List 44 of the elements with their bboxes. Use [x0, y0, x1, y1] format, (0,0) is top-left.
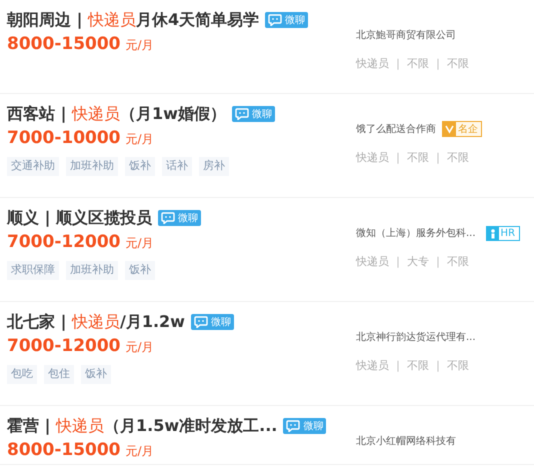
salary: 7000-12000 [7, 231, 121, 254]
job-title[interactable]: 朝阳周边 | 快递员月休4天简单易学 [7, 8, 260, 32]
job-requirements: 快递员 ｜ 不限 ｜ 不限 [356, 56, 470, 72]
job-title[interactable]: 霍营 | 快递员（月1.5w准时发放工... [7, 414, 278, 438]
chat-icon [234, 108, 249, 120]
hr-badge: HR [486, 226, 520, 240]
benefit-tag: 加班补助 [66, 261, 118, 280]
salary: 7000-12000 [7, 335, 121, 358]
company-name[interactable]: 北京鮑哥商贸有限公司 [356, 28, 456, 42]
job-requirements: 快递员 ｜ 不限 ｜ 不限 [356, 150, 470, 166]
benefit-tag: 求职保障 [7, 261, 59, 280]
job-title[interactable]: 顺义 | 顺义区揽投员 [7, 206, 152, 230]
salary-unit: 元/月 [126, 339, 154, 356]
benefit-tag: 话补 [162, 157, 192, 176]
salary-unit: 元/月 [126, 235, 154, 252]
benefit-tag: 饭补 [125, 261, 155, 280]
job-title[interactable]: 西客站 | 快递员（月1w婚假） [7, 102, 226, 126]
benefit-tag: 饭补 [125, 157, 155, 176]
chat-icon [160, 212, 175, 224]
job-requirements: 快递员 ｜ 不限 ｜ 不限 [356, 358, 470, 374]
salary-unit: 元/月 [126, 443, 154, 460]
benefit-tag: 房补 [199, 157, 229, 176]
salary: 7000-10000 [7, 127, 121, 150]
v-icon [443, 122, 456, 136]
chat-icon [268, 14, 282, 26]
chat-icon [194, 316, 208, 328]
salary-unit: 元/月 [126, 131, 154, 148]
benefit-tag: 交通补助 [7, 157, 59, 176]
famous-company-badge: 名企 [442, 121, 482, 137]
person-icon [486, 226, 499, 240]
company-name[interactable]: 微知（上海）服务外包科... [356, 226, 476, 240]
company-name[interactable]: 北京小红帽网络科技有 [356, 434, 456, 448]
benefit-tag: 包住 [44, 365, 74, 384]
salary: 8000-15000 [7, 439, 121, 462]
benefit-tag: 加班补助 [66, 157, 118, 176]
job-title[interactable]: 北七家 | 快递员/月1.2w [7, 310, 185, 334]
chat-icon [286, 420, 300, 432]
benefit-tag: 包吃 [7, 365, 37, 384]
salary: 8000-15000 [7, 33, 121, 56]
salary-unit: 元/月 [126, 37, 154, 54]
job-requirements: 快递员 ｜ 大专 ｜ 不限 [356, 254, 470, 270]
company-name[interactable]: 饿了么配送合作商 [356, 122, 436, 136]
benefit-tag: 饭补 [81, 365, 111, 384]
company-name[interactable]: 北京神行韵达货运代理有... [356, 330, 476, 344]
